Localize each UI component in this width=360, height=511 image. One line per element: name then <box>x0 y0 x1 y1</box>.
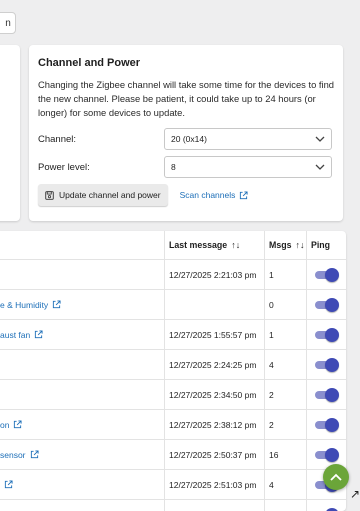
scan-channels-link[interactable]: Scan channels <box>180 190 249 200</box>
update-button-label: Update channel and power <box>59 190 161 200</box>
chevron-down-icon <box>315 164 325 170</box>
device-name-cell[interactable]: aust fan <box>0 320 168 349</box>
chevron-up-icon <box>330 473 342 481</box>
header-name-cell <box>0 231 168 259</box>
power-label: Power level: <box>38 162 164 173</box>
power-select[interactable]: 8 <box>164 156 332 178</box>
device-name[interactable]: on <box>0 420 9 430</box>
ping-toggle[interactable] <box>313 388 339 402</box>
left-card-edge <box>0 45 20 221</box>
msgs-cell: 16 <box>264 440 306 469</box>
device-name-cell[interactable]: on <box>0 410 168 439</box>
last-message-cell: 12/27/2025 1:55:57 pm <box>164 320 264 349</box>
ping-toggle[interactable] <box>313 418 339 432</box>
msgs-cell: 1 <box>264 320 306 349</box>
sort-icon[interactable]: ↑↓ <box>296 240 305 250</box>
last-message-label: Last message <box>169 240 227 250</box>
table-row: 12/27/2025 2:34:50 pm2 <box>0 380 346 410</box>
msgs-cell: 1 <box>264 260 306 289</box>
device-name-cell[interactable] <box>0 260 168 289</box>
external-link-icon[interactable] <box>34 330 43 339</box>
msgs-cell: 0 <box>264 500 306 511</box>
header-last-message[interactable]: Last message ↑↓ <box>164 231 264 259</box>
msgs-cell: 4 <box>264 350 306 379</box>
channel-select[interactable]: 20 (0x14) <box>164 128 332 150</box>
table-body: 12/27/2025 2:21:03 pm1e & Humidity0aust … <box>0 260 346 511</box>
msgs-cell: 2 <box>264 380 306 409</box>
table-row: on 12/27/2025 2:38:12 pm2 <box>0 410 346 440</box>
external-link-icon[interactable] <box>30 450 39 459</box>
msgs-cell: 4 <box>264 470 306 499</box>
ping-cell <box>306 290 346 319</box>
last-message-cell: 12/27/2025 2:50:37 pm <box>164 440 264 469</box>
header-msgs[interactable]: Msgs ↑↓ <box>264 231 306 259</box>
card-actions: Update channel and power Scan channels <box>38 184 334 206</box>
save-icon <box>45 191 54 200</box>
devices-table: Last message ↑↓ Msgs ↑↓ Ping 12/27/2025 … <box>0 231 346 511</box>
table-row: sensor 12/27/2025 2:50:37 pm16 <box>0 440 346 470</box>
msgs-cell: 0 <box>264 290 306 319</box>
device-name-cell[interactable]: sensor <box>0 440 168 469</box>
device-name[interactable]: sensor <box>0 450 26 460</box>
chevron-down-icon <box>315 136 325 142</box>
channel-power-card: Channel and Power Changing the Zigbee ch… <box>29 45 343 221</box>
power-value: 8 <box>171 162 176 172</box>
table-row: 12/27/2025 2:51:25 pm0 <box>0 500 346 511</box>
card-description: Changing the Zigbee channel will take so… <box>38 78 334 120</box>
device-name[interactable]: aust fan <box>0 330 30 340</box>
ping-cell <box>306 410 346 439</box>
device-name-cell[interactable] <box>0 470 168 499</box>
ping-toggle[interactable] <box>313 358 339 372</box>
scroll-top-button[interactable] <box>323 464 349 490</box>
external-link-icon[interactable] <box>13 420 22 429</box>
ping-toggle[interactable] <box>313 268 339 282</box>
last-message-cell: 12/27/2025 2:21:03 pm <box>164 260 264 289</box>
last-message-cell: 12/27/2025 2:51:25 pm <box>164 500 264 511</box>
device-name-cell[interactable] <box>0 380 168 409</box>
device-name-cell[interactable]: e & Humidity <box>0 290 168 319</box>
table-row: aust fan 12/27/2025 1:55:57 pm1 <box>0 320 346 350</box>
device-name-cell[interactable] <box>0 350 168 379</box>
table-row: 12/27/2025 2:21:03 pm1 <box>0 260 346 290</box>
table-header: Last message ↑↓ Msgs ↑↓ Ping <box>0 231 346 260</box>
sort-icon[interactable]: ↑↓ <box>231 240 240 250</box>
channel-value: 20 (0x14) <box>171 134 207 144</box>
card-title: Channel and Power <box>38 57 334 69</box>
power-row: Power level: 8 <box>38 156 334 178</box>
ping-cell <box>306 260 346 289</box>
ping-cell <box>306 350 346 379</box>
last-message-cell: 12/27/2025 2:34:50 pm <box>164 380 264 409</box>
ping-toggle[interactable] <box>313 298 339 312</box>
ping-toggle[interactable] <box>313 508 339 511</box>
last-message-cell: 12/27/2025 2:38:12 pm <box>164 410 264 439</box>
last-message-cell: 12/27/2025 2:24:25 pm <box>164 350 264 379</box>
table-row: 12/27/2025 2:24:25 pm4 <box>0 350 346 380</box>
channel-row: Channel: 20 (0x14) <box>38 128 334 150</box>
msgs-cell: 2 <box>264 410 306 439</box>
ping-cell <box>306 500 346 511</box>
ping-toggle[interactable] <box>313 328 339 342</box>
device-name[interactable]: e & Humidity <box>0 300 48 310</box>
scan-link-label: Scan channels <box>180 190 236 200</box>
device-name-cell[interactable] <box>0 500 168 511</box>
resize-corner-icon: ↗ <box>350 487 360 501</box>
update-channel-button[interactable]: Update channel and power <box>38 184 168 206</box>
table-row: e & Humidity 0 <box>0 290 346 320</box>
last-message-cell <box>164 290 264 319</box>
ping-cell <box>306 320 346 349</box>
ping-toggle[interactable] <box>313 448 339 462</box>
msgs-label: Msgs <box>269 240 292 250</box>
header-ping: Ping <box>306 231 346 259</box>
top-button[interactable]: n <box>0 12 16 34</box>
channel-label: Channel: <box>38 134 164 145</box>
table-row: 12/27/2025 2:51:03 pm4 <box>0 470 346 500</box>
last-message-cell: 12/27/2025 2:51:03 pm <box>164 470 264 499</box>
ping-cell <box>306 380 346 409</box>
external-link-icon <box>239 191 248 200</box>
external-link-icon[interactable] <box>4 480 13 489</box>
external-link-icon[interactable] <box>52 300 61 309</box>
